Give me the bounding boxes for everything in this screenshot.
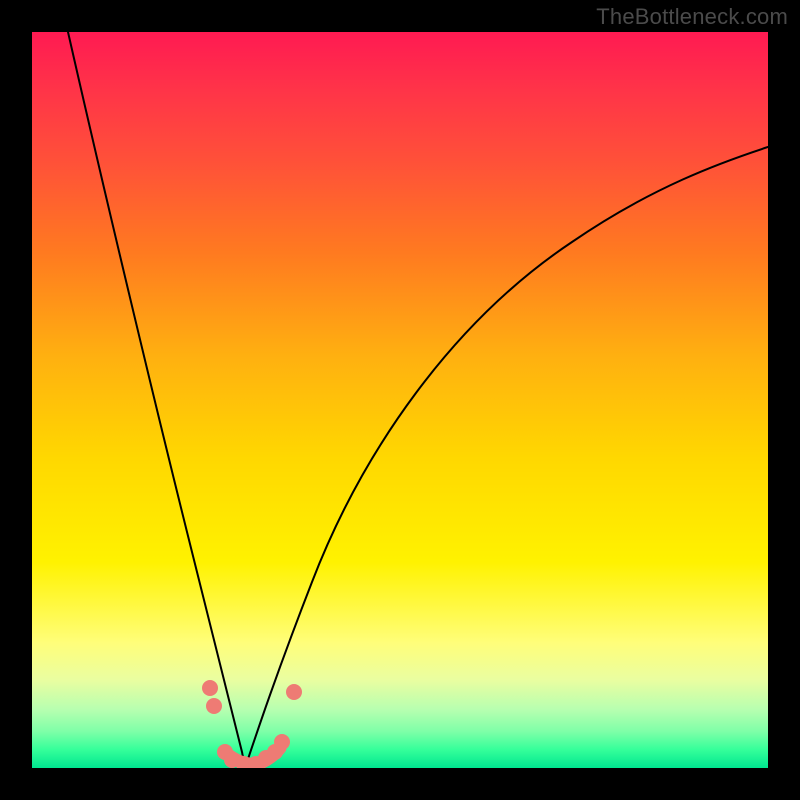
- marker-dot: [286, 684, 302, 700]
- watermark-text: TheBottleneck.com: [596, 4, 788, 30]
- marker-dot: [206, 698, 222, 714]
- curve-layer: [32, 32, 768, 768]
- marker-dot: [274, 734, 290, 750]
- curve-right-branch: [245, 147, 768, 768]
- chart-frame: TheBottleneck.com: [0, 0, 800, 800]
- curve-left-branch: [68, 32, 245, 768]
- marker-dot: [202, 680, 218, 696]
- plot-area: [32, 32, 768, 768]
